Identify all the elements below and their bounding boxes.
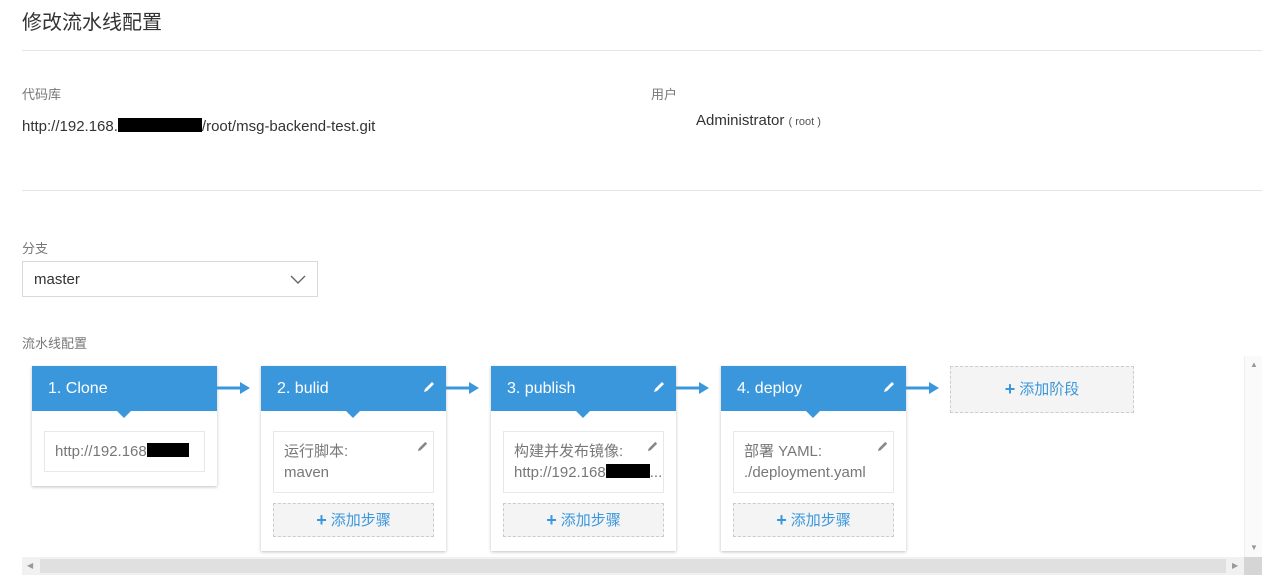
add-step-label: 添加步骤: [330, 512, 391, 529]
plus-icon: +: [546, 510, 557, 530]
branch-label: 分支: [22, 241, 49, 256]
add-stage-label: 添加阶段: [1019, 381, 1080, 398]
step-text: 部署 YAML:: [744, 443, 823, 460]
stage-deploy[interactable]: 4. deploy 部署 YAML: ./deployment.yaml + 添加…: [721, 366, 906, 551]
stage-header[interactable]: 2. bulid: [261, 366, 446, 418]
stage-title: 3. publish: [507, 380, 576, 397]
arrow-right-icon: [905, 382, 939, 394]
divider-top: [22, 50, 1262, 51]
add-step-button[interactable]: + 添加步骤: [503, 503, 664, 537]
repo-label: 代码库: [22, 87, 62, 102]
scroll-up-icon[interactable]: ▲: [1250, 360, 1258, 369]
step-card[interactable]: 构建并发布镜像: http://192.168...: [503, 431, 664, 493]
step-text: 运行脚本:: [284, 443, 349, 460]
step-text: 构建并发布镜像:: [514, 443, 624, 460]
stage-body: 部署 YAML: ./deployment.yaml + 添加步骤: [721, 411, 906, 551]
step-text: ./deployment.yaml: [744, 464, 866, 481]
step-card[interactable]: http://192.168: [44, 431, 205, 472]
pencil-icon[interactable]: [422, 380, 436, 394]
stage-publish[interactable]: 3. publish 构建并发布镜像: http://192.168... + 添…: [491, 366, 676, 551]
divider-middle: [22, 190, 1262, 191]
stage-header[interactable]: 1. Clone: [32, 366, 217, 418]
step-text: http://192.168: [55, 443, 147, 460]
arrow-right-icon: [675, 382, 709, 394]
step-card[interactable]: 运行脚本: maven: [273, 431, 434, 493]
add-stage-button[interactable]: + 添加阶段: [950, 366, 1134, 413]
pipeline-canvas: 1. Clone http://192.168 2. bulid 运行脚本: m…: [22, 356, 1262, 557]
repo-url: http://192.168. /root/msg-backend-test.gi…: [22, 118, 375, 135]
scroll-left-icon[interactable]: ◀: [27, 561, 33, 570]
stage-body: 构建并发布镜像: http://192.168... + 添加步骤: [491, 411, 676, 551]
add-step-button[interactable]: + 添加步骤: [273, 503, 434, 537]
user-label: 用户: [651, 87, 678, 102]
redaction-bar: [146, 443, 189, 457]
stage-build[interactable]: 2. bulid 运行脚本: maven + 添加步骤: [261, 366, 446, 551]
add-step-button[interactable]: + 添加步骤: [733, 503, 894, 537]
step-text: maven: [284, 464, 330, 481]
horizontal-scrollbar[interactable]: ◀ ▶: [22, 557, 1244, 575]
pencil-icon[interactable]: [646, 440, 659, 453]
pipeline-label: 流水线配置: [22, 336, 88, 351]
stage-header[interactable]: 3. publish: [491, 366, 676, 418]
plus-icon: +: [776, 510, 787, 530]
page-title: 修改流水线配置: [22, 12, 162, 34]
stage-body: http://192.168: [32, 411, 217, 486]
stage-body: 运行脚本: maven + 添加步骤: [261, 411, 446, 551]
pencil-icon[interactable]: [416, 440, 429, 453]
stage-title: 2. bulid: [277, 380, 329, 397]
repo-url-suffix: /root/msg-backend-test.git: [201, 118, 376, 135]
vertical-scrollbar[interactable]: ▲ ▼: [1244, 356, 1262, 557]
redaction-bar: [117, 118, 202, 132]
scroll-down-icon[interactable]: ▼: [1250, 543, 1258, 552]
stage-title: 1. Clone: [48, 380, 108, 397]
chevron-down-icon: [290, 275, 306, 284]
scrollbar-corner: [1244, 557, 1262, 575]
pencil-icon[interactable]: [882, 380, 896, 394]
ellipsis: ...: [649, 464, 663, 481]
scrollbar-thumb[interactable]: [40, 559, 1226, 573]
branch-select-value: master: [34, 271, 80, 288]
stage-clone[interactable]: 1. Clone http://192.168: [32, 366, 217, 486]
pencil-icon[interactable]: [876, 440, 889, 453]
add-step-label: 添加步骤: [560, 512, 621, 529]
add-step-label: 添加步骤: [790, 512, 851, 529]
repo-url-prefix: http://192.168.: [22, 118, 118, 135]
user-value: Administrator ( root ): [696, 112, 821, 129]
plus-icon: +: [1004, 379, 1016, 399]
pencil-icon[interactable]: [652, 380, 666, 394]
stage-header[interactable]: 4. deploy: [721, 366, 906, 418]
branch-select[interactable]: master: [22, 261, 318, 297]
step-text: http://192.168: [514, 464, 606, 481]
stage-title: 4. deploy: [737, 380, 802, 397]
plus-icon: +: [316, 510, 327, 530]
scroll-right-icon[interactable]: ▶: [1232, 561, 1238, 570]
user-name: Administrator: [696, 112, 785, 129]
user-username: ( root ): [788, 116, 821, 128]
step-card[interactable]: 部署 YAML: ./deployment.yaml: [733, 431, 894, 493]
arrow-right-icon: [216, 382, 250, 394]
arrow-right-icon: [445, 382, 479, 394]
redaction-bar: [605, 464, 650, 478]
